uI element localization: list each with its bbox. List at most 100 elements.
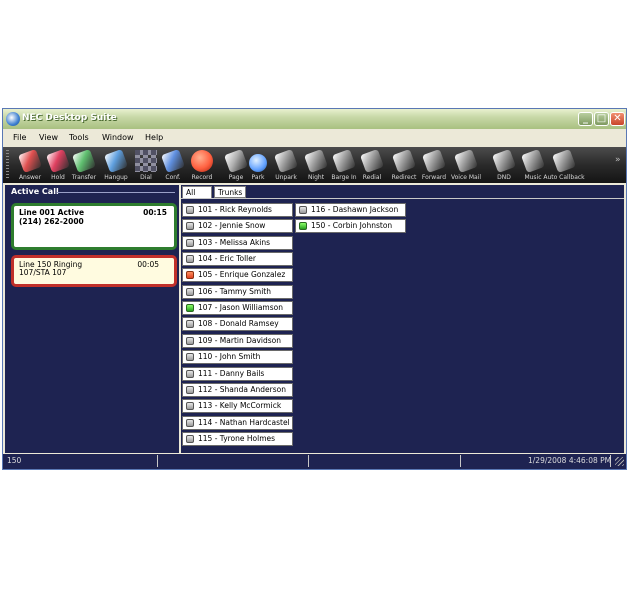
status-led-icon — [186, 320, 194, 329]
minimize-button[interactable]: _ — [578, 112, 593, 126]
extension-label: 109 - Martin Davidson — [198, 335, 282, 345]
hangup-phone-icon — [104, 149, 128, 173]
tab-strip-divider — [181, 198, 624, 199]
extensions-panel: All Trunks 101 - Rick Reynolds 102 - Jenn… — [181, 185, 624, 453]
active-call-card[interactable]: Line 001 Active (214) 262-2000 00:15 — [11, 203, 177, 250]
resize-grip-icon[interactable] — [615, 457, 624, 466]
extension-item[interactable]: 115 - Tyrone Holmes — [182, 431, 293, 446]
extension-item[interactable]: 113 - Kelly McCormick — [182, 399, 293, 414]
park-icon — [249, 154, 267, 172]
toolbar-button-auto-callback[interactable]: Auto Callback — [543, 149, 585, 182]
tab-trunks[interactable]: Trunks — [214, 186, 246, 198]
toolbar-overflow-chevron-icon[interactable]: » — [615, 155, 621, 165]
extension-label: 150 - Corbin Johnston — [311, 221, 393, 231]
extension-item[interactable]: 110 - John Smith — [182, 350, 293, 365]
maximize-button[interactable]: □ — [594, 112, 609, 126]
redial-icon — [360, 149, 384, 173]
call-line-status: Line 001 Active — [19, 208, 85, 217]
extension-item[interactable]: 104 - Eric Toller — [182, 252, 293, 267]
status-led-icon — [186, 353, 194, 362]
toolbar-button-voice-mail[interactable]: Voice Mail — [451, 149, 481, 182]
status-led-icon — [186, 369, 194, 378]
extension-item[interactable]: 150 - Corbin Johnston — [295, 219, 406, 234]
extension-label: 102 - Jennie Snow — [198, 221, 266, 231]
dnd-icon — [492, 149, 516, 173]
toolbar-button-label: Voice Mail — [450, 174, 482, 181]
status-led-icon — [186, 238, 194, 247]
status-led-icon — [186, 255, 194, 264]
extension-item[interactable]: 101 - Rick Reynolds — [182, 203, 293, 217]
extension-item[interactable]: 112 - Shanda Anderson — [182, 382, 293, 397]
window-title: NEC Desktop Suite — [22, 113, 117, 123]
status-datetime: 1/29/2008 4:46:08 PM — [528, 456, 612, 465]
forward-icon — [422, 149, 446, 173]
extension-label: 103 - Melissa Akins — [198, 237, 271, 247]
status-led-icon — [186, 385, 194, 394]
extension-label: 111 - Danny Bails — [198, 368, 265, 378]
active-call-divider — [57, 192, 175, 193]
status-led-icon — [186, 287, 194, 296]
tab-all[interactable]: All — [182, 186, 212, 198]
status-extension: 150 — [7, 456, 22, 465]
status-led-icon — [186, 304, 194, 313]
app-window: NEC Desktop Suite _ □ ✕ File View Tools … — [2, 108, 627, 470]
extension-item[interactable]: 108 - Donald Ramsey — [182, 317, 293, 332]
extension-label: 105 - Enrique Gonzalez — [198, 270, 286, 280]
extension-item[interactable]: 102 - Jennie Snow — [182, 219, 293, 234]
menu-window[interactable]: Window — [102, 133, 134, 142]
extension-item[interactable]: 116 - Dashawn Jackson — [295, 203, 406, 217]
voicemail-icon — [454, 149, 478, 173]
extension-item[interactable]: 114 - Nathan Hardcastel — [182, 415, 293, 430]
extension-label: 112 - Shanda Anderson — [198, 384, 286, 394]
record-icon — [191, 150, 213, 172]
status-led-icon — [186, 206, 194, 214]
extension-label: 107 - Jason Williamson — [198, 303, 283, 313]
extension-label: 110 - John Smith — [198, 352, 261, 362]
active-call-panel: Active Call Line 001 Active (214) 262-20… — [5, 185, 179, 453]
music-icon — [521, 149, 545, 173]
status-led-icon — [186, 434, 194, 443]
night-icon — [304, 149, 328, 173]
answer-phone-icon — [18, 149, 42, 173]
app-logo-icon — [6, 112, 20, 126]
status-led-icon — [186, 418, 194, 427]
extension-label: 106 - Tammy Smith — [198, 286, 272, 296]
transfer-phone-icon — [72, 149, 96, 173]
call-number: (214) 262-2000 — [19, 217, 84, 226]
status-led-icon — [186, 402, 194, 411]
toolbar: » Answer Hold Transfer Hangup Dial Conf. Recor… — [3, 147, 626, 183]
call-timer: 00:05 — [137, 260, 159, 269]
status-divider — [308, 455, 309, 467]
call-station: 107/STA 107 — [19, 268, 67, 277]
redirect-icon — [392, 149, 416, 173]
extension-label: 108 - Donald Ramsey — [198, 319, 279, 329]
extension-item[interactable]: 107 - Jason Williamson — [182, 301, 293, 316]
title-bar[interactable]: NEC Desktop Suite _ □ ✕ — [3, 109, 626, 129]
extension-label: 114 - Nathan Hardcastel — [198, 417, 290, 427]
menu-file[interactable]: File — [13, 133, 26, 142]
barge-in-icon — [332, 149, 356, 173]
extension-label: 115 - Tyrone Holmes — [198, 433, 276, 443]
extension-item[interactable]: 103 - Melissa Akins — [182, 235, 293, 250]
extension-label: 113 - Kelly McCormick — [198, 401, 282, 411]
status-led-icon — [299, 206, 307, 214]
status-led-icon — [299, 222, 307, 231]
extension-item[interactable]: 111 - Danny Bails — [182, 366, 293, 381]
extension-item[interactable]: 106 - Tammy Smith — [182, 284, 293, 299]
toolbar-button-record[interactable]: Record — [187, 149, 217, 182]
status-led-icon — [186, 336, 194, 345]
close-button[interactable]: ✕ — [610, 112, 625, 126]
menu-bar: File View Tools Window Help — [3, 129, 626, 147]
call-timer: 00:15 — [143, 208, 167, 217]
menu-tools[interactable]: Tools — [69, 133, 89, 142]
active-call-header: Active Call — [11, 187, 59, 196]
extension-item[interactable]: 109 - Martin Davidson — [182, 333, 293, 348]
menu-view[interactable]: View — [39, 133, 58, 142]
status-led-icon — [186, 271, 194, 280]
ringing-call-card[interactable]: Line 150 Ringing 107/STA 107 00:05 — [11, 255, 177, 287]
menu-help[interactable]: Help — [145, 133, 163, 142]
status-led-icon — [186, 222, 194, 231]
extension-item[interactable]: 105 - Enrique Gonzalez — [182, 268, 293, 283]
toolbar-button-label: Auto Callback — [543, 174, 585, 181]
status-divider — [460, 455, 461, 467]
